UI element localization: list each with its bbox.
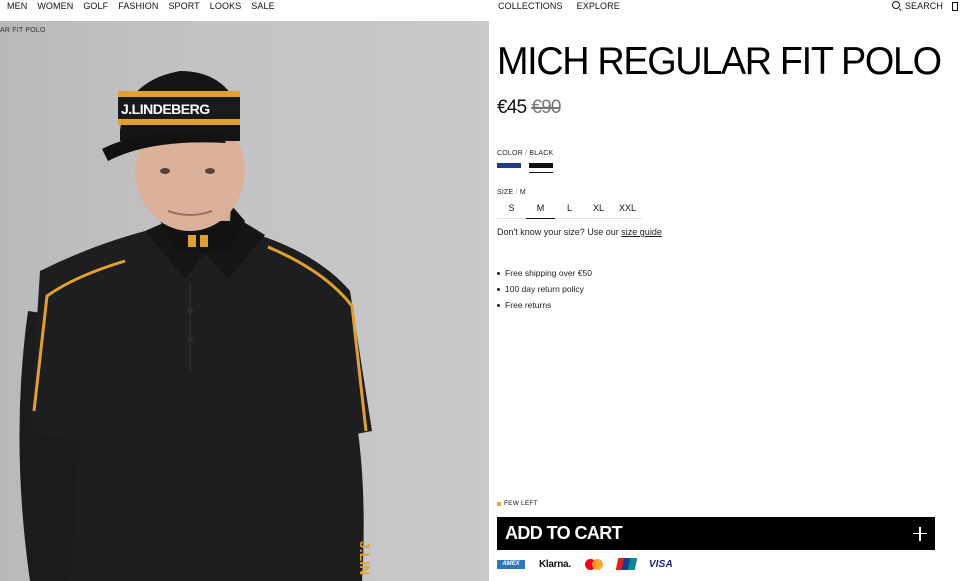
mastercard-icon <box>584 558 603 570</box>
color-label-separator: / <box>525 150 528 157</box>
size-guide-link[interactable]: size guide <box>621 227 662 237</box>
add-to-cart-button[interactable]: ADD TO CART <box>497 517 935 550</box>
price-current: €45 <box>497 97 527 118</box>
product-image[interactable]: J.LINDEBERG J.LIN AR FIT POLO <box>0 21 489 581</box>
nav-sport[interactable]: SPORT <box>168 1 199 11</box>
size-help-text: Don't know your size? Use our <box>497 227 619 237</box>
top-navigation: MEN WOMEN GOLF FASHION SPORT LOOKS SALE … <box>0 0 960 14</box>
color-swatch-blue[interactable] <box>497 162 521 173</box>
stock-dot-icon <box>497 501 501 506</box>
search-label: SEARCH <box>904 1 943 11</box>
nav-men[interactable]: MEN <box>7 1 27 11</box>
sleeve-print-text: J.LIN <box>357 541 373 575</box>
amex-icon: AMEX <box>497 559 525 569</box>
color-label-text: COLOR <box>497 150 523 157</box>
usp-text: Free returns <box>505 300 552 310</box>
nav-collections[interactable]: COLLECTIONS <box>498 1 563 11</box>
payment-methods: AMEX Klarna. VISA <box>497 558 673 570</box>
product-photo-illustration: J.LINDEBERG J.LIN <box>19 71 373 581</box>
color-swatches <box>497 162 553 173</box>
search-button[interactable]: SEARCH <box>891 1 958 12</box>
nav-explore[interactable]: EXPLORE <box>577 1 620 11</box>
stock-text: FEW LEFT <box>504 500 538 507</box>
usp-item: 100 day return policy <box>497 284 592 294</box>
usp-item: Free returns <box>497 300 592 310</box>
bullet-icon <box>497 287 500 291</box>
usp-item: Free shipping over €50 <box>497 268 592 278</box>
plus-icon <box>913 526 927 541</box>
cap-logo-text: J.LINDEBERG <box>121 101 210 117</box>
size-option-m[interactable]: M <box>526 199 555 219</box>
bullet-icon <box>497 271 500 275</box>
search-icon <box>891 1 902 12</box>
add-to-cart-label: ADD TO CART <box>505 523 623 543</box>
secondary-menu: COLLECTIONS EXPLORE <box>498 1 620 11</box>
size-label-separator: / <box>515 189 518 196</box>
size-help: Don't know your size? Use our size guide <box>497 227 662 237</box>
klarna-icon: Klarna. <box>539 558 571 570</box>
size-option-l[interactable]: L <box>555 199 584 219</box>
nav-sale[interactable]: SALE <box>251 1 274 11</box>
product-title: MICH REGULAR FIT POLO <box>497 40 942 83</box>
usp-text: Free shipping over €50 <box>505 268 592 278</box>
nav-fashion[interactable]: FASHION <box>118 1 158 11</box>
color-label: COLOR / BLACK <box>497 150 553 157</box>
price-original: €90 <box>531 97 561 118</box>
usp-text: 100 day return policy <box>505 284 584 294</box>
bag-icon[interactable] <box>952 1 958 11</box>
color-swatch-black[interactable] <box>529 162 553 173</box>
size-selector: S M L XL XXL <box>497 199 642 219</box>
nav-golf[interactable]: GOLF <box>83 1 108 11</box>
unionpay-icon <box>615 558 638 570</box>
size-label-text: SIZE <box>497 189 514 196</box>
size-option-xl[interactable]: XL <box>584 199 613 219</box>
product-price: €45 €90 <box>497 97 561 119</box>
image-caption: AR FIT POLO <box>0 27 46 34</box>
nav-looks[interactable]: LOOKS <box>210 1 242 11</box>
color-value: BLACK <box>529 150 554 157</box>
usp-list: Free shipping over €50 100 day return po… <box>497 268 592 316</box>
size-label: SIZE / M <box>497 189 526 196</box>
main-menu: MEN WOMEN GOLF FASHION SPORT LOOKS SALE <box>7 1 275 11</box>
nav-women[interactable]: WOMEN <box>37 1 73 11</box>
size-option-s[interactable]: S <box>497 199 526 219</box>
stock-indicator: FEW LEFT <box>497 500 538 507</box>
visa-icon: VISA <box>648 558 673 570</box>
bullet-icon <box>497 303 500 307</box>
size-option-xxl[interactable]: XXL <box>613 199 642 219</box>
size-value: M <box>519 189 526 196</box>
